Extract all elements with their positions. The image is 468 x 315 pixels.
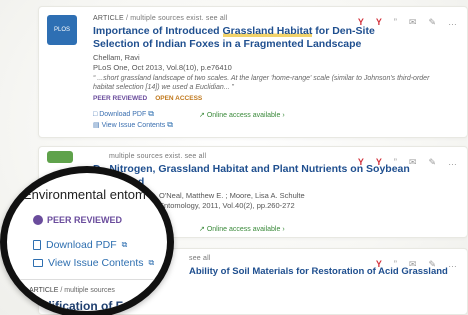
more-icon[interactable]: … bbox=[448, 259, 457, 270]
divider bbox=[17, 279, 167, 280]
pin-icon[interactable]: ✎ bbox=[428, 17, 436, 28]
email-icon[interactable]: ✉ bbox=[409, 157, 417, 168]
online-access-link[interactable]: ↗ Online access available › bbox=[199, 225, 285, 233]
times-cited-icon[interactable]: Y bbox=[376, 157, 382, 168]
download-pdf-link[interactable]: □ Download PDF ⧉ bbox=[93, 109, 154, 119]
result-meta: see all bbox=[189, 255, 211, 262]
cite-icon[interactable]: ” bbox=[394, 157, 397, 168]
journal-thumbnail[interactable]: PLOS ONE bbox=[47, 15, 77, 63]
more-icon[interactable]: … bbox=[448, 157, 457, 168]
link-icon: ↗ bbox=[199, 226, 205, 233]
chevron-right-icon: › bbox=[282, 226, 285, 233]
person-icon bbox=[33, 215, 43, 225]
result-actions: Y Y ” ✉ ✎ … bbox=[358, 157, 457, 168]
open-access-badge: OPEN ACCESS bbox=[155, 95, 203, 102]
external-link-icon: ⧉ bbox=[148, 109, 154, 118]
times-cited-icon[interactable]: Y bbox=[376, 17, 382, 28]
pdf-icon: □ bbox=[93, 111, 98, 118]
citation-trail-icon[interactable]: Y bbox=[358, 157, 364, 168]
magnifier-lens: Environmental entom PEER REVIEWED Downlo… bbox=[0, 166, 174, 315]
external-link-icon: ⧉ bbox=[121, 240, 128, 249]
more-icon[interactable]: … bbox=[448, 17, 457, 28]
chevron-right-icon: › bbox=[282, 112, 285, 119]
peer-reviewed-badge: PEER REVIEWED bbox=[93, 95, 148, 102]
result-actions: Y Y ” ✉ ✎ … bbox=[358, 17, 457, 28]
pin-icon[interactable]: ✎ bbox=[428, 259, 436, 270]
online-access-link[interactable]: ↗ Online access available › bbox=[199, 111, 285, 119]
journal-thumbnail[interactable] bbox=[47, 151, 73, 163]
magnified-peer-reviewed-badge: PEER REVIEWED bbox=[33, 215, 122, 225]
external-link-icon: ⧉ bbox=[148, 258, 155, 267]
cite-icon[interactable]: ” bbox=[394, 17, 397, 28]
result-title-1[interactable]: Importance of Introduced Grassland Habit… bbox=[93, 25, 393, 51]
email-icon[interactable]: ✉ bbox=[409, 259, 417, 270]
link-icon: ↗ bbox=[199, 112, 205, 119]
email-icon[interactable]: ✉ bbox=[409, 17, 417, 28]
badges: PEER REVIEWED OPEN ACCESS bbox=[93, 95, 202, 102]
search-results-page: PLOS ONE ARTICLE / multiple sources exis… bbox=[0, 0, 468, 315]
result-journal: Entomology, 2011, Vol.40(2), pp.260-272 bbox=[159, 201, 295, 210]
magnified-article-meta: ARTICLE / multiple sources bbox=[29, 287, 115, 294]
magnified-journal-text: Environmental entom bbox=[23, 187, 146, 202]
pdf-icon bbox=[33, 240, 41, 250]
result-meta: ARTICLE / multiple sources exist. see al… bbox=[93, 15, 228, 22]
magnified-download-pdf-link[interactable]: Download PDF ⧉ bbox=[33, 239, 127, 251]
result-author[interactable]: O'Neal, Matthew E. ; Moore, Lisa A. Schu… bbox=[159, 191, 305, 200]
external-link-icon: ⧉ bbox=[167, 120, 173, 129]
result-journal: PLoS One, Oct 2013, Vol.8(10), p.e76410 bbox=[93, 63, 232, 72]
view-issue-link[interactable]: ▤ View Issue Contents ⧉ bbox=[93, 120, 173, 130]
book-icon: ▤ bbox=[93, 122, 100, 129]
pin-icon[interactable]: ✎ bbox=[428, 157, 436, 168]
magnified-title[interactable]: Modification of F bbox=[27, 299, 123, 311]
result-card-1: PLOS ONE ARTICLE / multiple sources exis… bbox=[38, 6, 468, 138]
result-meta: multiple sources exist. see all bbox=[109, 153, 207, 160]
result-author[interactable]: Chellam, Ravi bbox=[93, 53, 140, 62]
result-snippet: “ ...short grassland landscape of two sc… bbox=[93, 75, 430, 91]
result-actions: Y ” ✉ ✎ … bbox=[376, 259, 457, 270]
book-icon bbox=[33, 259, 43, 267]
citation-trail-icon[interactable]: Y bbox=[376, 259, 382, 270]
magnified-view: Environmental entom PEER REVIEWED Downlo… bbox=[7, 173, 167, 311]
magnified-view-issue-link[interactable]: View Issue Contents ⧉ bbox=[33, 257, 154, 269]
cite-icon[interactable]: ” bbox=[394, 259, 397, 270]
citation-trail-icon[interactable]: Y bbox=[358, 17, 364, 28]
